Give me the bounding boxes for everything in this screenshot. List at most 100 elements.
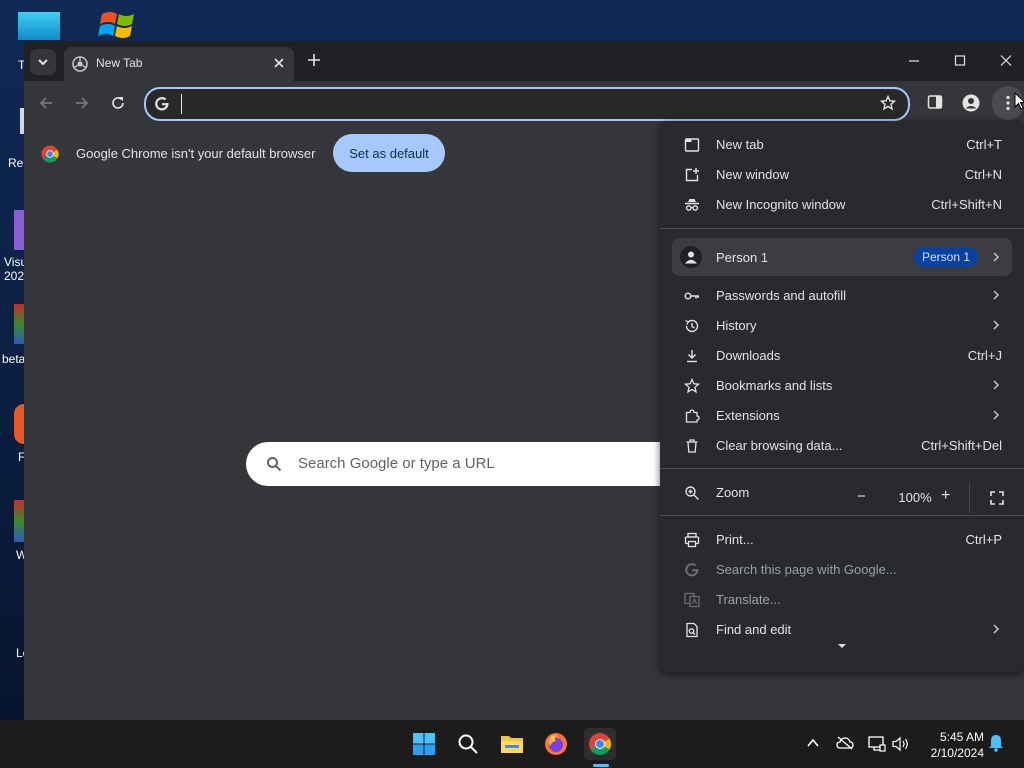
menu-item-new-tab[interactable]: New tab Ctrl+T — [660, 130, 1024, 160]
menu-item-label: Search this page with Google... — [716, 562, 897, 577]
menu-item-label: New Incognito window — [716, 197, 846, 212]
tab-strip: New Tab — [24, 41, 1024, 81]
firefox-icon — [545, 733, 567, 755]
person-icon — [680, 246, 702, 268]
chevron-right-icon — [992, 290, 1000, 300]
address-bar[interactable] — [144, 87, 910, 121]
menu-item-downloads[interactable]: Downloads Ctrl+J — [660, 341, 1024, 371]
tab-search-button[interactable] — [30, 49, 56, 75]
chrome-logo-icon — [41, 145, 59, 163]
zoom-in-button[interactable]: + — [941, 487, 950, 505]
close-tab-icon[interactable] — [272, 56, 286, 70]
menu-item-profile[interactable]: Person 1 Person 1 — [672, 238, 1012, 276]
taskbar-search-button[interactable] — [452, 728, 484, 760]
menu-item-label: Print... — [716, 532, 754, 547]
menu-item-shortcut: Ctrl+T — [966, 137, 1002, 152]
menu-item-shortcut: Ctrl+Shift+Del — [921, 438, 1002, 453]
menu-item-new-incognito-window[interactable]: New Incognito window Ctrl+Shift+N — [660, 190, 1024, 220]
taskbar-file-explorer[interactable] — [496, 728, 528, 760]
download-icon — [684, 348, 700, 364]
desktop-icon-top-left[interactable] — [18, 12, 60, 40]
print-icon — [684, 532, 700, 548]
infobar-message: Google Chrome isn't your default browser — [76, 146, 316, 161]
zoom-divider — [969, 483, 970, 513]
menu-item-extensions[interactable]: Extensions — [660, 401, 1024, 431]
close-window-icon[interactable] — [1000, 51, 1012, 71]
menu-item-label: Bookmarks and lists — [716, 378, 833, 393]
menu-item-find-and-edit[interactable]: Find and edit — [660, 615, 1024, 645]
tab-new-tab[interactable]: New Tab — [64, 47, 294, 81]
incognito-icon — [684, 197, 700, 213]
notification-bell-icon[interactable] — [988, 734, 1004, 752]
set-as-default-button[interactable]: Set as default — [333, 134, 445, 172]
maximize-icon[interactable] — [954, 51, 966, 71]
menu-item-bookmarks-and-lists[interactable]: Bookmarks and lists — [660, 371, 1024, 401]
text-caret — [181, 94, 182, 114]
folder-icon — [501, 736, 523, 753]
minimize-icon[interactable] — [908, 51, 920, 71]
chevron-right-icon — [992, 380, 1000, 390]
zoom-controls: − 100% + — [848, 483, 1024, 513]
new-window-icon — [684, 167, 700, 183]
tab-title: New Tab — [96, 56, 143, 70]
menu-item-label: History — [716, 318, 757, 333]
zoom-out-button[interactable]: − — [857, 488, 866, 505]
chevron-right-icon — [992, 252, 1000, 262]
profile-icon[interactable] — [962, 94, 980, 112]
chrome-app-menu: New tab Ctrl+T New window Ctrl+N New Inc… — [660, 121, 1024, 672]
chevron-down-icon — [38, 59, 48, 66]
chevron-right-icon — [992, 410, 1000, 420]
star-icon — [684, 378, 700, 394]
profile-badge: Person 1 — [914, 247, 979, 267]
desktop-label: 202 — [4, 269, 25, 283]
menu-item-translate[interactable]: Translate... — [660, 585, 1024, 615]
menu-item-label: Clear browsing data... — [716, 438, 843, 453]
desktop-label: Re — [8, 156, 24, 170]
windows-start-icon — [413, 733, 435, 755]
clock-date: 2/10/2024 — [930, 746, 984, 760]
new-tab-plus-icon[interactable] — [306, 52, 322, 68]
menu-item-passwords-and-autofill[interactable]: Passwords and autofill — [660, 281, 1024, 311]
menu-item-label: New window — [716, 167, 789, 182]
chevron-right-icon — [992, 624, 1000, 634]
menu-item-label: Downloads — [716, 348, 781, 363]
taskbar-clock[interactable]: 5:45 AM 2/10/2024 — [920, 729, 984, 761]
windows-logo-icon[interactable] — [96, 10, 140, 40]
menu-item-shortcut: Ctrl+Shift+N — [931, 197, 1002, 212]
network-icon[interactable] — [868, 736, 886, 752]
menu-item-search-with-google[interactable]: Search this page with Google... — [660, 555, 1024, 585]
taskbar-chrome[interactable] — [584, 728, 616, 760]
find-icon — [684, 622, 700, 638]
menu-item-clear-browsing-data[interactable]: Clear browsing data... Ctrl+Shift+Del — [660, 431, 1024, 461]
extensions-icon — [684, 408, 700, 424]
search-icon — [266, 456, 282, 472]
menu-separator — [660, 228, 1024, 229]
scroll-down-arrow-icon[interactable] — [837, 643, 847, 649]
menu-item-label: Zoom — [716, 485, 750, 500]
desktop-icon-winrar[interactable] — [14, 304, 24, 344]
desktop-icon-visual-studio[interactable] — [14, 210, 24, 250]
back-arrow-icon[interactable] — [38, 95, 54, 111]
bookmark-star-icon[interactable] — [880, 95, 896, 111]
google-icon — [684, 562, 700, 578]
desktop-icon-winrar-2[interactable] — [14, 500, 24, 542]
google-g-icon — [154, 96, 170, 112]
menu-item-history[interactable]: History — [660, 311, 1024, 341]
forward-arrow-icon[interactable] — [74, 95, 90, 111]
start-button[interactable] — [408, 728, 440, 760]
onedrive-cloud-icon[interactable] — [836, 736, 854, 750]
volume-icon[interactable] — [892, 736, 910, 752]
menu-item-shortcut: Ctrl+J — [967, 348, 1002, 363]
menu-item-new-window[interactable]: New window Ctrl+N — [660, 160, 1024, 190]
ntp-search-placeholder: Search Google or type a URL — [298, 455, 495, 472]
chevron-up-icon[interactable] — [806, 736, 820, 750]
menu-item-print[interactable]: Print... Ctrl+P — [660, 525, 1024, 555]
reload-icon[interactable] — [110, 95, 126, 111]
new-tab-icon — [684, 137, 700, 153]
side-panel-icon[interactable] — [927, 94, 943, 110]
active-app-indicator — [593, 764, 609, 767]
taskbar-firefox[interactable] — [540, 728, 572, 760]
desktop-icon-app[interactable] — [14, 404, 24, 444]
zoom-level: 100% — [898, 490, 932, 505]
fullscreen-icon[interactable] — [990, 491, 1004, 505]
